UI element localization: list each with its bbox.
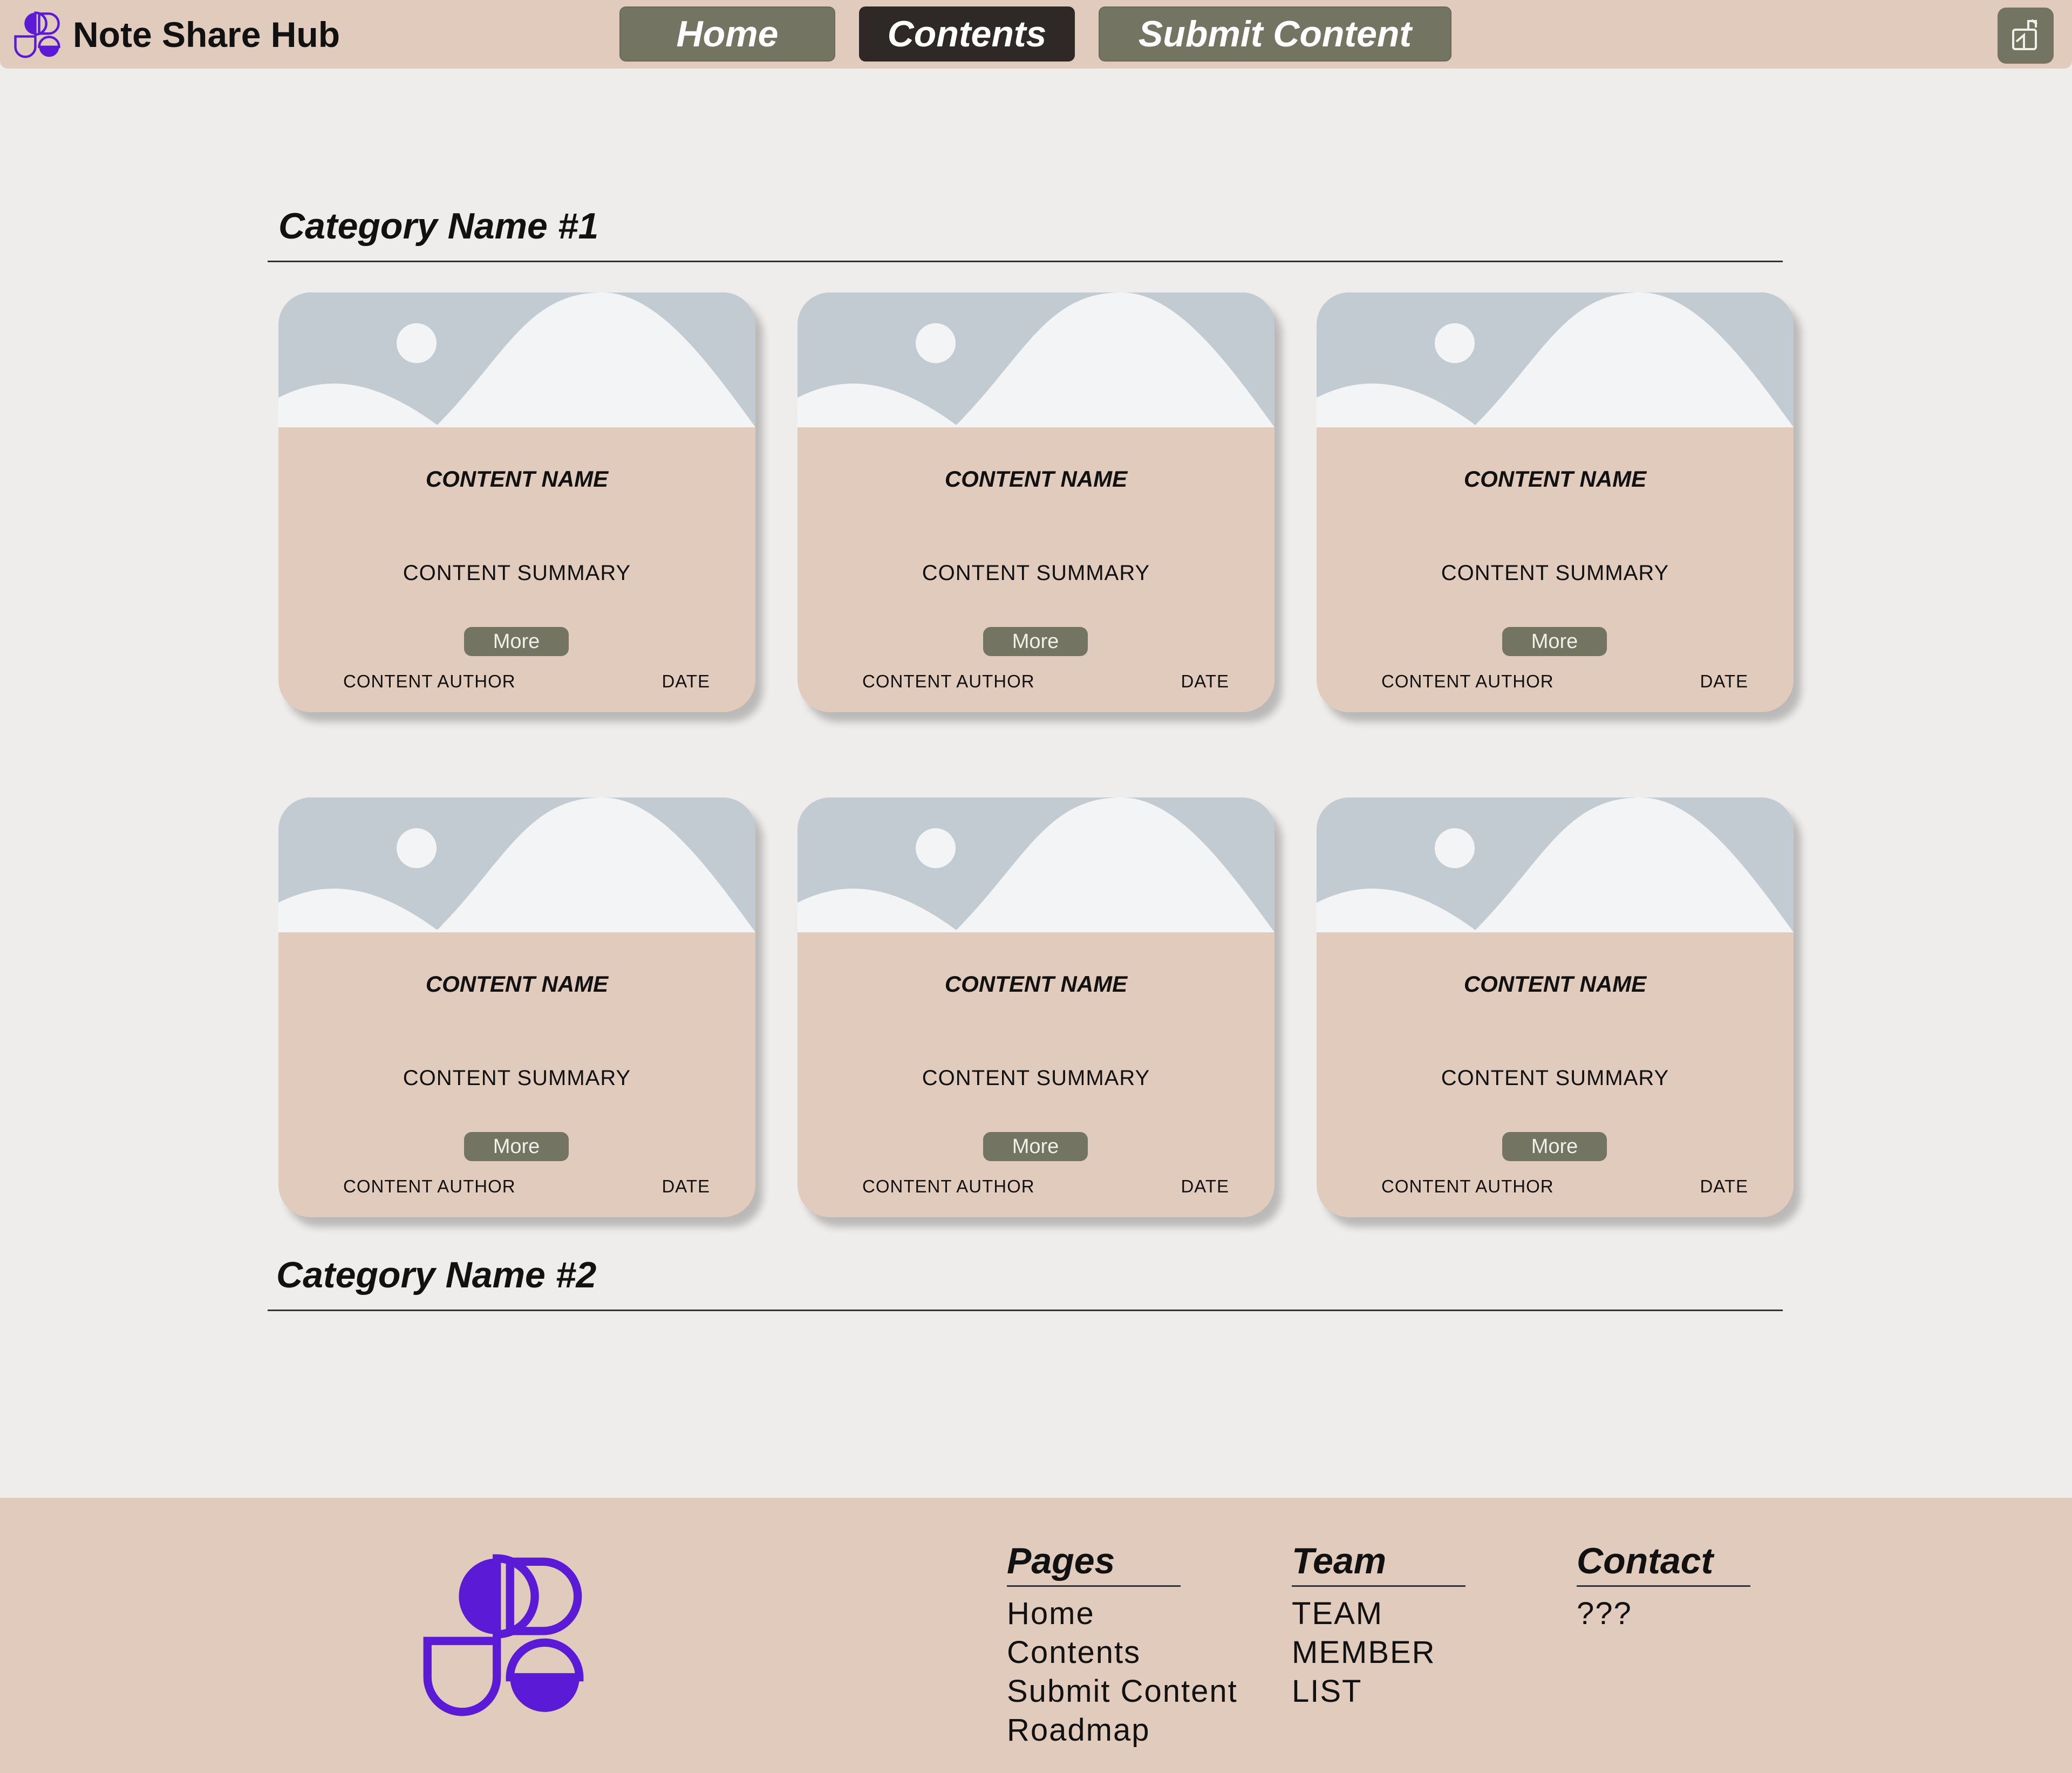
footer-pages-title: Pages	[1007, 1540, 1115, 1581]
content-card[interactable]: CONTENT NAME CONTENT SUMMARY More CONTENT A…	[798, 292, 1274, 712]
content-card[interactable]: CONTENT NAME CONTENT SUMMARY More CONTENT A…	[1317, 797, 1794, 1217]
content-summary: CONTENT SUMMARY	[1441, 561, 1669, 585]
brand[interactable]: Note Share Hub	[13, 11, 340, 58]
category-divider	[268, 261, 1783, 262]
logo-icon	[14, 11, 60, 58]
category-heading: Category Name #2	[276, 1254, 597, 1295]
footer-team-title: Team	[1292, 1540, 1387, 1581]
content-name: CONTENT NAME	[1463, 466, 1647, 492]
content-date: DATE	[1181, 671, 1229, 691]
footer-pages-column: Pages Home Contents Submit Content Roadm…	[1007, 1540, 1238, 1750]
content-card[interactable]: CONTENT NAME CONTENT SUMMARY More CONTENT A…	[798, 797, 1274, 1217]
footer-link-roadmap[interactable]: Roadmap	[1007, 1711, 1238, 1750]
export-icon	[2012, 19, 2038, 50]
content-date: DATE	[662, 671, 710, 691]
nav-home-button[interactable]: Home	[619, 6, 835, 62]
content-date: DATE	[1700, 1176, 1748, 1196]
footer-divider	[1292, 1585, 1466, 1587]
content-card[interactable]: CONTENT NAME CONTENT SUMMARY More CONTENT A…	[1317, 292, 1794, 712]
image-placeholder-icon	[798, 292, 1274, 427]
footer-divider	[1007, 1585, 1181, 1587]
content-name: CONTENT NAME	[425, 466, 609, 492]
nav-contents-button[interactable]: Contents	[859, 6, 1075, 62]
content-author: CONTENT AUTHOR	[862, 671, 1035, 691]
image-placeholder-icon	[278, 797, 755, 932]
content-name: CONTENT NAME	[944, 466, 1128, 492]
content-date: DATE	[662, 1176, 710, 1196]
content-name: CONTENT NAME	[1463, 971, 1647, 997]
footer-link-contents[interactable]: Contents	[1007, 1633, 1238, 1672]
footer-divider	[1577, 1585, 1750, 1587]
content-summary: CONTENT SUMMARY	[403, 561, 631, 585]
content-date: DATE	[1700, 671, 1748, 691]
category-divider	[268, 1310, 1783, 1311]
content-name: CONTENT NAME	[944, 971, 1128, 997]
category-heading: Category Name #1	[278, 206, 599, 247]
image-placeholder-icon	[798, 797, 1274, 932]
content-summary: CONTENT SUMMARY	[403, 1066, 631, 1090]
content-summary: CONTENT SUMMARY	[922, 1066, 1150, 1090]
footer-team-text: TEAM	[1292, 1596, 1383, 1631]
content-author: CONTENT AUTHOR	[862, 1176, 1035, 1196]
export-button[interactable]	[1998, 8, 2054, 64]
footer-link-home[interactable]: Home	[1007, 1594, 1238, 1633]
top-navbar: Note Share Hub Home Contents Submit Cont…	[0, 0, 2072, 69]
content-card[interactable]: CONTENT NAME CONTENT SUMMARY More CONTENT A…	[278, 292, 755, 712]
image-placeholder-icon	[1317, 292, 1794, 427]
content-author: CONTENT AUTHOR	[1381, 1176, 1554, 1196]
footer-contact-text: ???	[1577, 1596, 1632, 1631]
content-author: CONTENT AUTHOR	[1381, 671, 1554, 691]
footer-team-column: Team TEAM MEMBER LIST	[1292, 1540, 1466, 1711]
content-summary: CONTENT SUMMARY	[1441, 1066, 1669, 1090]
footer-logo-icon	[423, 1554, 584, 1716]
brand-name: Note Share Hub	[73, 15, 340, 54]
footer-contact-title: Contact	[1577, 1540, 1714, 1581]
footer-link-submit-content[interactable]: Submit Content	[1007, 1672, 1238, 1711]
content-summary: CONTENT SUMMARY	[922, 561, 1150, 585]
image-placeholder-icon	[1317, 797, 1794, 932]
more-button[interactable]: More	[464, 1132, 569, 1161]
content-date: DATE	[1181, 1176, 1229, 1196]
content-author: CONTENT AUTHOR	[343, 671, 516, 691]
nav-submit-content-button[interactable]: Submit Content	[1099, 6, 1451, 62]
more-button[interactable]: More	[1502, 627, 1607, 656]
footer-team-text: MEMBER	[1292, 1635, 1436, 1670]
content-author: CONTENT AUTHOR	[343, 1176, 516, 1196]
more-button[interactable]: More	[983, 1132, 1088, 1161]
more-button[interactable]: More	[1502, 1132, 1607, 1161]
content-card[interactable]: CONTENT NAME CONTENT SUMMARY More CONTENT A…	[278, 797, 755, 1217]
image-placeholder-icon	[278, 292, 755, 427]
footer-contact-column: Contact ???	[1577, 1540, 1750, 1633]
footer-team-text: LIST	[1292, 1674, 1362, 1709]
more-button[interactable]: More	[464, 627, 569, 656]
content-name: CONTENT NAME	[425, 971, 609, 997]
more-button[interactable]: More	[983, 627, 1088, 656]
footer: Pages Home Contents Submit Content Roadm…	[0, 1498, 2072, 1773]
